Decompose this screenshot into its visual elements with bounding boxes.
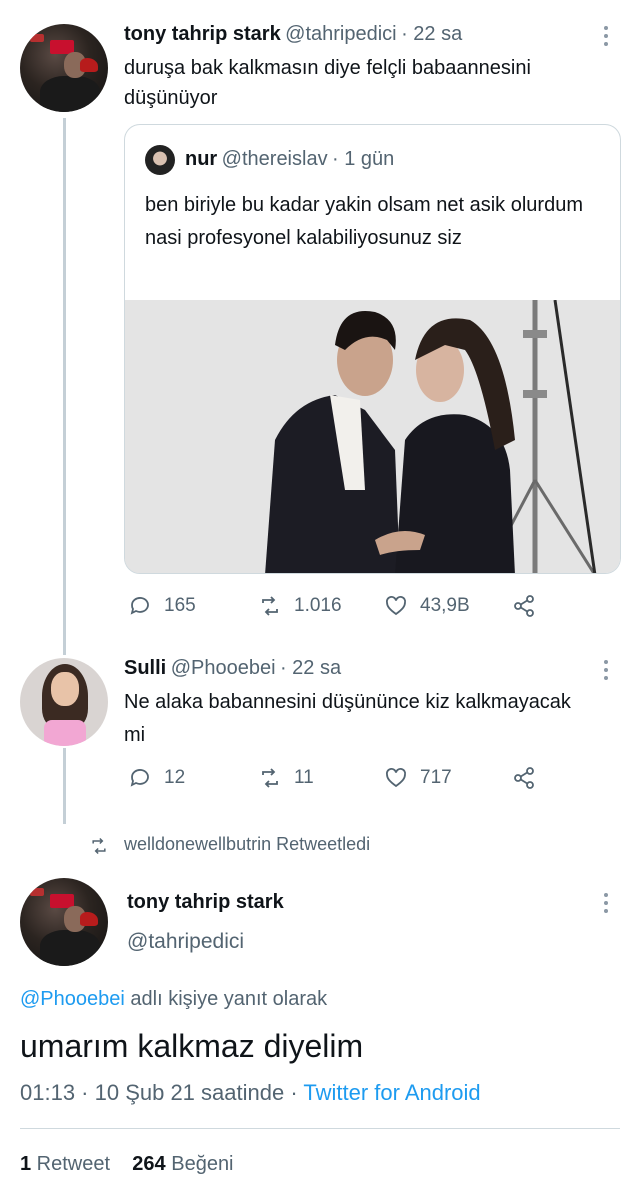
share-icon <box>514 767 534 789</box>
divider <box>20 1128 620 1129</box>
timestamp[interactable]: · 22 sa <box>401 23 462 45</box>
reply-icon <box>130 769 149 787</box>
more-options-icon[interactable] <box>604 893 610 913</box>
reply-to-suffix: adlı kişiye yanıt olarak <box>124 988 328 1010</box>
author-name[interactable]: Sulli <box>124 657 166 679</box>
quote-avatar[interactable] <box>145 145 175 175</box>
tweet-time[interactable]: 01:13 · 10 Şub 21 saatinde · <box>20 1080 303 1105</box>
reply-to-handle[interactable]: @Phooebei <box>20 988 125 1010</box>
main-tweet-text: umarım kalkmaz diyelim <box>20 1028 364 1064</box>
like-count: 43,9B <box>420 595 470 616</box>
reply-count: 12 <box>164 767 186 788</box>
quote-text: ben biriyle bu kadar yakin olsam net asi… <box>145 194 583 249</box>
likes-stat[interactable]: 264 Beğeni <box>132 1153 233 1175</box>
reply-count: 165 <box>164 595 196 616</box>
quote-author-handle: @thereislav <box>221 148 328 170</box>
thread-line <box>63 748 66 824</box>
reply-context: @Phooebei adlı kişiye yanıt olarak <box>20 988 327 1011</box>
retweet-button[interactable]: 1.016 <box>258 594 342 618</box>
retweet-button[interactable]: 11 <box>258 766 314 790</box>
couple-photo-illustration <box>125 300 620 573</box>
share-button[interactable] <box>512 594 536 618</box>
quote-photo[interactable] <box>125 300 620 573</box>
reply-icon <box>130 597 149 615</box>
quote-timestamp: · 1 gün <box>332 148 395 170</box>
avatar[interactable] <box>20 658 108 746</box>
timestamp[interactable]: · 22 sa <box>280 657 341 679</box>
author-name[interactable]: tony tahrip stark <box>127 891 284 914</box>
retweeted-by-label[interactable]: welldonewellbutrin Retweetledi <box>124 834 370 855</box>
share-button[interactable] <box>512 766 536 790</box>
like-button[interactable]: 43,9B <box>384 594 470 618</box>
tweet-text: Ne alaka babannesini düşününce kiz kalkm… <box>124 691 571 746</box>
tweet-header: Sulli @Phooebei · 22 sa <box>124 657 341 680</box>
quoted-tweet[interactable]: nur @thereislav · 1 gün ben biriyle bu k… <box>124 124 621 574</box>
retweeted-by-icon <box>88 836 110 861</box>
avatar[interactable] <box>20 24 108 112</box>
author-handle[interactable]: @tahripedici <box>127 930 244 954</box>
tweet-stats: 1 Retweet 264 Beğeni <box>20 1153 234 1176</box>
like-count: 717 <box>420 767 452 788</box>
tweet-meta: 01:13 · 10 Şub 21 saatinde · Twitter for… <box>20 1080 481 1106</box>
heart-icon <box>386 596 406 616</box>
retweet-count: 1.016 <box>294 595 342 616</box>
reply-button[interactable]: 12 <box>128 766 185 790</box>
heart-icon <box>386 768 406 788</box>
retweets-stat[interactable]: 1 Retweet <box>20 1153 110 1175</box>
author-name[interactable]: tony tahrip stark <box>124 23 281 45</box>
share-icon <box>514 595 534 617</box>
retweet-icon <box>262 596 278 616</box>
thread-line <box>63 118 66 655</box>
more-options-icon[interactable] <box>604 660 610 680</box>
author-handle[interactable]: @tahripedici <box>285 23 396 45</box>
author-handle[interactable]: @Phooebei <box>171 657 276 679</box>
more-options-icon[interactable] <box>604 26 610 46</box>
tweet-text: duruşa bak kalkmasın diye felçli babaann… <box>124 57 531 109</box>
retweet-count: 11 <box>294 767 314 788</box>
like-button[interactable]: 717 <box>384 766 452 790</box>
quote-author-name: nur <box>185 148 218 170</box>
tweet-source[interactable]: Twitter for Android <box>303 1080 480 1105</box>
retweet-icon <box>262 768 278 788</box>
tweet-header: tony tahrip stark @tahripedici · 22 sa <box>124 23 462 46</box>
reply-button[interactable]: 165 <box>128 594 196 618</box>
avatar[interactable] <box>20 878 108 966</box>
quote-header: nur @thereislav · 1 gün <box>185 148 394 171</box>
